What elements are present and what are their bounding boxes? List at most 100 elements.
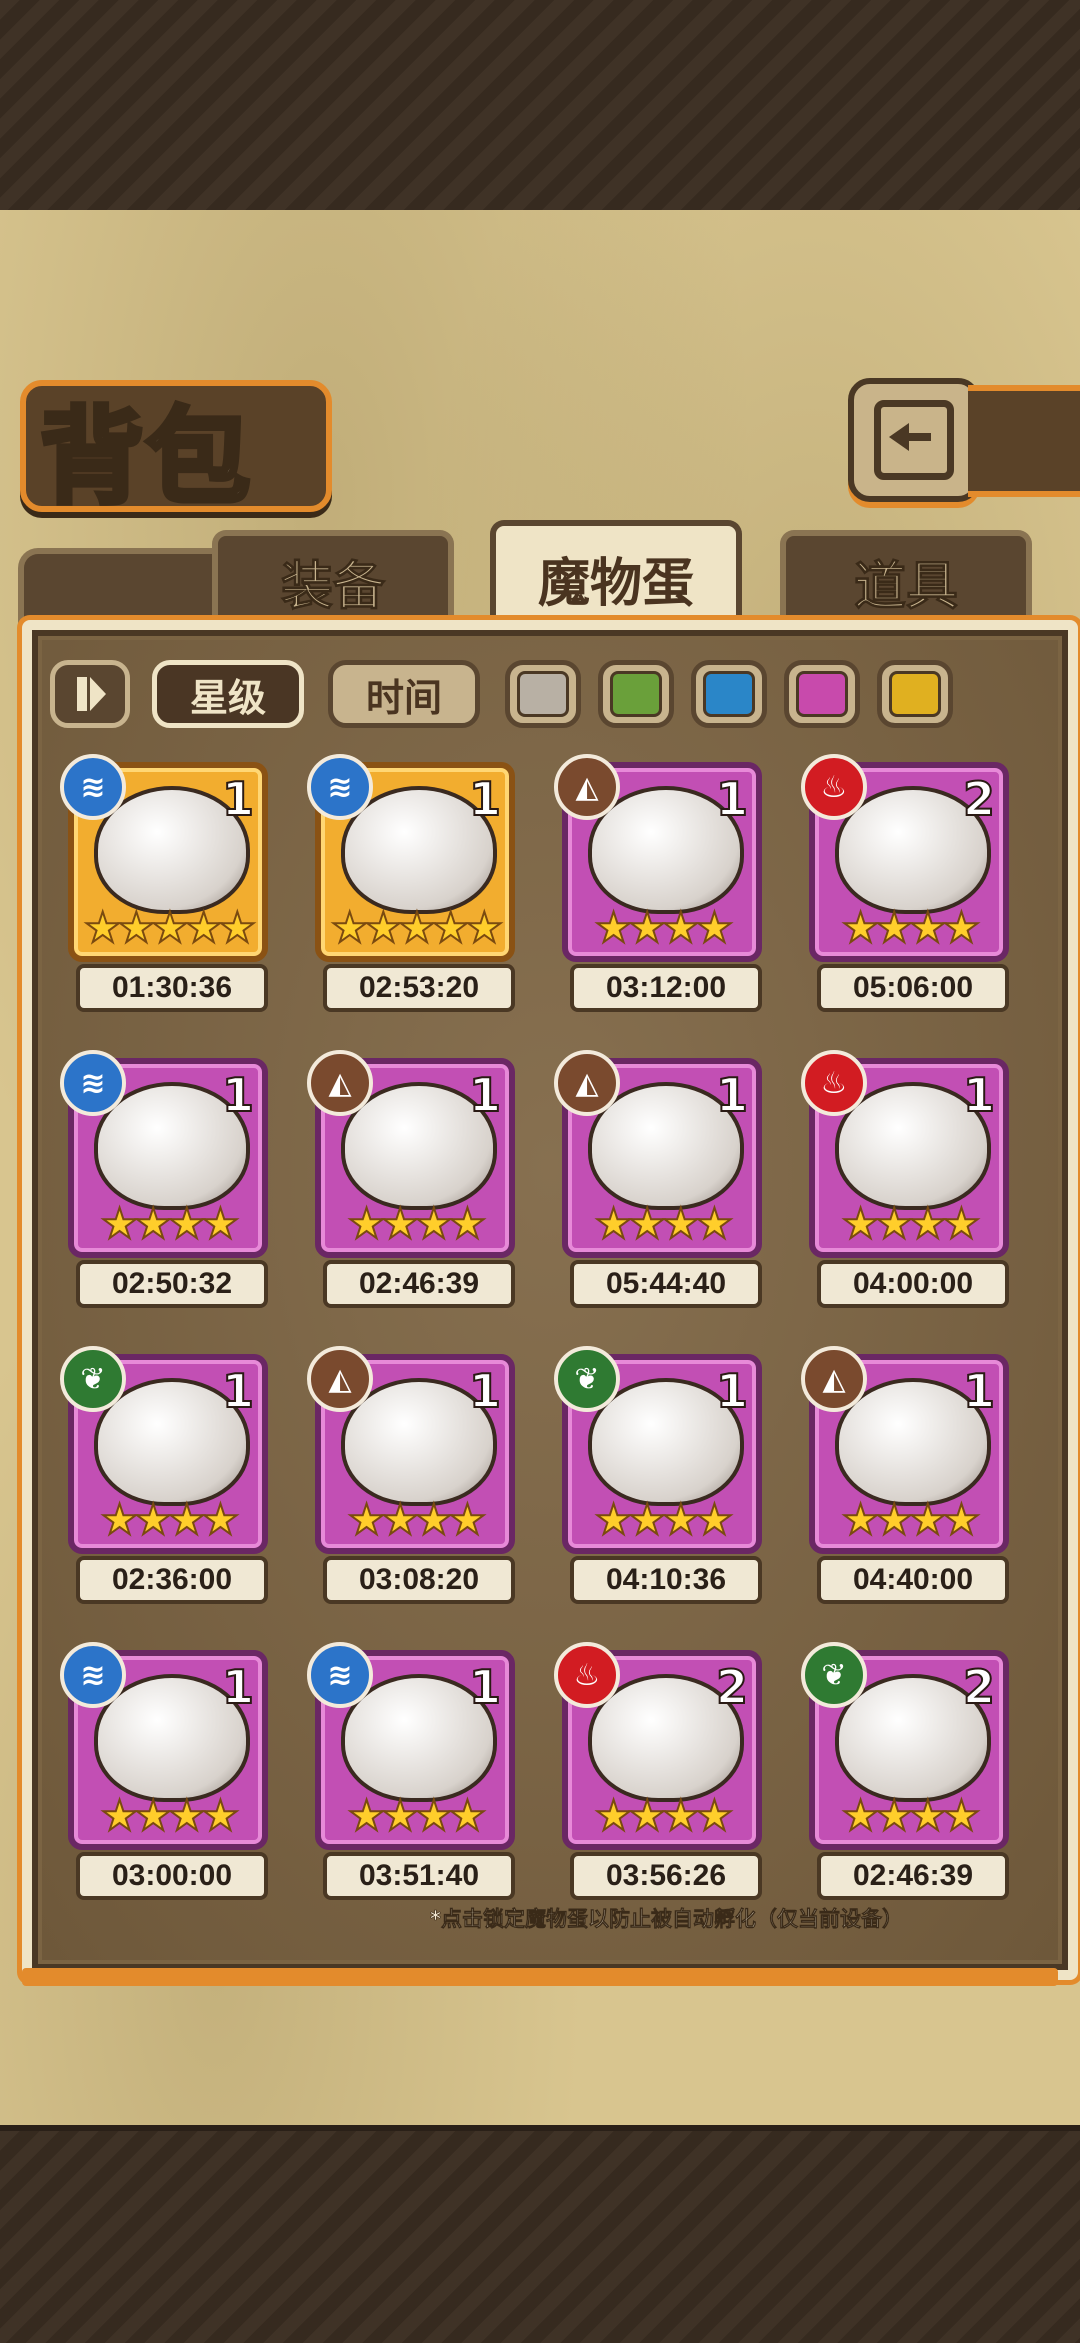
egg-count: 1: [221, 1067, 255, 1123]
star-rating: ★★★★: [347, 1495, 488, 1544]
egg-count: 1: [468, 1363, 502, 1419]
egg-count: 1: [715, 771, 749, 827]
star-rating: ★★★★: [100, 1495, 241, 1544]
swatch-blue: [703, 671, 755, 717]
swatch-green: [610, 671, 662, 717]
egg-slot[interactable]: ≋ 1 ★★★★★: [60, 754, 268, 962]
back-arrow-icon: [874, 400, 954, 480]
hatch-timer: 03:12:00: [570, 964, 762, 1012]
egg-slot[interactable]: ≋ 1 ★★★★★: [307, 754, 515, 962]
egg-slot[interactable]: ≋ 1 ★★★★: [60, 1642, 268, 1850]
pause-sort-toggle[interactable]: [50, 660, 130, 728]
star-rating: ★★★★★: [330, 903, 504, 952]
egg-slot[interactable]: ♨ 1 ★★★★: [801, 1050, 1009, 1258]
egg-slot[interactable]: ◭ 1 ★★★★: [801, 1346, 1009, 1554]
water-element-icon: ≋: [307, 1642, 373, 1708]
star-rating: ★★★★: [100, 1791, 241, 1840]
filter-green[interactable]: [598, 660, 674, 728]
earth-element-icon: ◭: [307, 1050, 373, 1116]
panel-bottom-band: [22, 1968, 1058, 1986]
filter-purple[interactable]: [784, 660, 860, 728]
egg-count: 1: [221, 1659, 255, 1715]
back-button[interactable]: [848, 378, 980, 502]
egg-slot[interactable]: ◭ 1 ★★★★: [554, 754, 762, 962]
hatch-timer: 04:40:00: [817, 1556, 1009, 1604]
filter-gray[interactable]: [505, 660, 581, 728]
egg-count: 1: [221, 771, 255, 827]
hatch-timer: 02:36:00: [76, 1556, 268, 1604]
leaf-element-icon: ❦: [60, 1346, 126, 1412]
swatch-gray: [517, 671, 569, 717]
egg-count: 1: [468, 1067, 502, 1123]
water-element-icon: ≋: [307, 754, 373, 820]
egg-count: 2: [715, 1659, 749, 1715]
egg-slot[interactable]: ◭ 1 ★★★★: [307, 1346, 515, 1554]
fire-element-icon: ♨: [554, 1642, 620, 1708]
sort-by-star-button[interactable]: 星级: [152, 660, 304, 728]
hatch-timer: 04:10:36: [570, 1556, 762, 1604]
swatch-purple: [796, 671, 848, 717]
earth-element-icon: ◭: [554, 1050, 620, 1116]
water-element-icon: ≋: [60, 754, 126, 820]
star-rating: ★★★★★: [83, 903, 257, 952]
egg-count: 1: [468, 771, 502, 827]
hatch-timer: 04:00:00: [817, 1260, 1009, 1308]
egg-count: 1: [468, 1659, 502, 1715]
egg-slot[interactable]: ♨ 2 ★★★★: [554, 1642, 762, 1850]
filter-gold[interactable]: [877, 660, 953, 728]
pause-bar-icon: [77, 677, 87, 711]
egg-count: 2: [962, 1659, 996, 1715]
star-rating: ★★★★: [594, 1791, 735, 1840]
back-strip: [968, 385, 1080, 497]
tab-monster-eggs-label: 魔物蛋: [537, 553, 694, 614]
earth-element-icon: ◭: [801, 1346, 867, 1412]
egg-slot[interactable]: ≋ 1 ★★★★: [60, 1050, 268, 1258]
hatch-timer: 03:56:26: [570, 1852, 762, 1900]
egg-slot[interactable]: ◭ 1 ★★★★: [554, 1050, 762, 1258]
hatch-timer: 02:53:20: [323, 964, 515, 1012]
tab-monster-eggs[interactable]: 魔物蛋: [490, 520, 742, 630]
star-rating: ★★★★: [841, 1199, 982, 1248]
hatch-timer: 03:51:40: [323, 1852, 515, 1900]
star-rating: ★★★★: [841, 1495, 982, 1544]
hatch-timer: 02:46:39: [323, 1260, 515, 1308]
hatch-timer: 05:44:40: [570, 1260, 762, 1308]
egg-count: 1: [962, 1363, 996, 1419]
water-element-icon: ≋: [60, 1050, 126, 1116]
egg-slot[interactable]: ◭ 1 ★★★★: [307, 1050, 515, 1258]
top-border: [0, 0, 1080, 216]
egg-count: 1: [962, 1067, 996, 1123]
fire-element-icon: ♨: [801, 754, 867, 820]
leaf-element-icon: ❦: [801, 1642, 867, 1708]
hatch-timer: 02:46:39: [817, 1852, 1009, 1900]
egg-slot[interactable]: ❦ 1 ★★★★: [554, 1346, 762, 1554]
star-rating: ★★★★: [347, 1791, 488, 1840]
egg-count: 1: [221, 1363, 255, 1419]
bottom-border: [0, 2125, 1080, 2343]
fire-element-icon: ♨: [801, 1050, 867, 1116]
star-rating: ★★★★: [594, 1199, 735, 1248]
star-rating: ★★★★: [594, 1495, 735, 1544]
hatch-timer: 05:06:00: [817, 964, 1009, 1012]
earth-element-icon: ◭: [307, 1346, 373, 1412]
egg-slot[interactable]: ≋ 1 ★★★★: [307, 1642, 515, 1850]
star-rating: ★★★★: [347, 1199, 488, 1248]
hatch-timer: 03:08:20: [323, 1556, 515, 1604]
filter-blue[interactable]: [691, 660, 767, 728]
hatch-timer: 02:50:32: [76, 1260, 268, 1308]
egg-slot[interactable]: ❦ 1 ★★★★: [60, 1346, 268, 1554]
hatch-timer: 01:30:36: [76, 964, 268, 1012]
egg-count: 1: [715, 1067, 749, 1123]
egg-count: 2: [962, 771, 996, 827]
star-rating: ★★★★: [841, 903, 982, 952]
tab-items[interactable]: 道具: [780, 530, 1032, 626]
egg-slot[interactable]: ♨ 2 ★★★★: [801, 754, 1009, 962]
swatch-gold: [889, 671, 941, 717]
egg-slot[interactable]: ❦ 2 ★★★★: [801, 1642, 1009, 1850]
sort-by-time-button[interactable]: 时间: [328, 660, 480, 728]
hatch-timer: 03:00:00: [76, 1852, 268, 1900]
earth-element-icon: ◭: [554, 754, 620, 820]
star-rating: ★★★★: [100, 1199, 241, 1248]
water-element-icon: ≋: [60, 1642, 126, 1708]
tab-equipment[interactable]: 装备: [212, 530, 454, 626]
